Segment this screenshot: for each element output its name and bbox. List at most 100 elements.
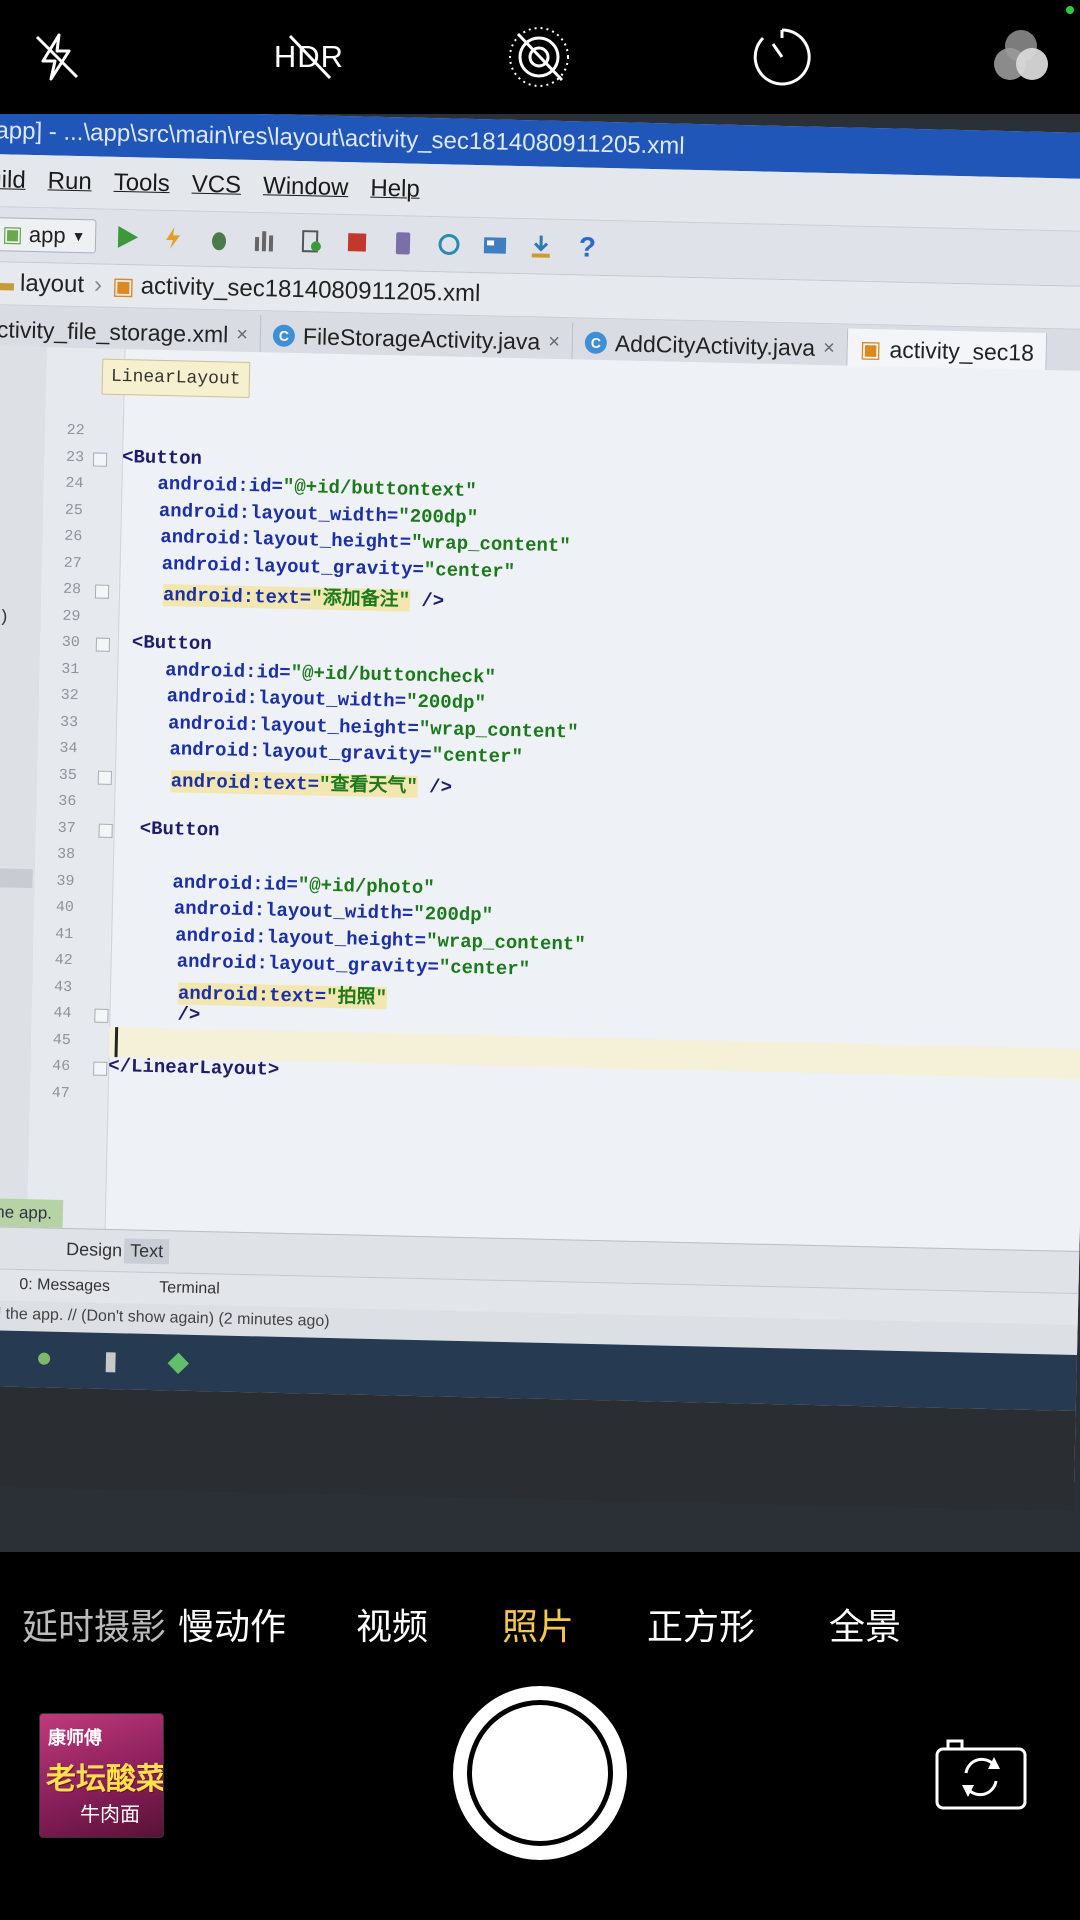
breadcrumb-file[interactable]: ▣ activity_sec1814080911205.xml <box>112 271 481 308</box>
code-line: android:id="@+id/buttoncheck" <box>165 659 496 688</box>
code-line: android:layout_gravity="center" <box>161 553 515 583</box>
menu-window[interactable]: Window <box>263 172 349 202</box>
code-line: <Button <box>139 817 219 841</box>
tab-label: activity_sec18 <box>889 335 1035 366</box>
fold-marker-icon[interactable] <box>92 451 108 467</box>
code-line: android:text="拍照" <box>177 977 388 1009</box>
line-number: 42 <box>54 951 73 970</box>
menu-help[interactable]: Help <box>370 175 420 204</box>
chevron-right-icon: › <box>93 271 103 299</box>
breadcrumb-file-label: activity_sec1814080911205.xml <box>140 272 481 308</box>
menu-build[interactable]: uild <box>0 166 26 195</box>
fold-marker-icon[interactable] <box>94 1008 109 1023</box>
mode-time-lapse[interactable]: 延时摄影 <box>22 1598 166 1650</box>
java-class-icon: C <box>272 324 296 347</box>
run-config-select[interactable]: ▣ app ▼ <box>0 217 97 254</box>
mode-square[interactable]: 正方形 <box>647 1598 755 1650</box>
last-photo-thumbnail[interactable]: 康师傅 老坛酸菜 牛肉面 <box>39 1713 164 1838</box>
timer-icon[interactable] <box>747 22 817 92</box>
android-studio-icon[interactable]: ◆ <box>167 1344 189 1377</box>
breadcrumb-folder[interactable]: ▬ layout <box>0 269 84 299</box>
tab-label: ctivity_file_storage.xml <box>0 315 229 347</box>
viewfinder[interactable]: app] - ...\app\src\main\res\layout\activ… <box>0 114 1080 1552</box>
code-token: </LinearLayout> <box>108 1054 280 1081</box>
code-line: /> <box>177 1003 200 1026</box>
code-line: android:layout_width="200dp" <box>174 897 494 926</box>
code-token: "wrap_content" <box>425 929 586 956</box>
line-number: 26 <box>64 527 83 546</box>
profile-icon[interactable] <box>250 225 281 256</box>
code-line: android:layout_width="200dp" <box>166 685 486 714</box>
tool-window-terminal[interactable]: Terminal <box>159 1279 220 1298</box>
android-icon: ▣ <box>1 221 24 247</box>
shutter-button[interactable] <box>453 1686 627 1860</box>
code-token: <Button <box>131 631 212 656</box>
code-line: android:layout_height="wrap_content" <box>160 526 571 557</box>
xml-tag-breadcrumb[interactable]: LinearLayout <box>101 358 250 398</box>
attach-debugger-icon[interactable] <box>296 226 327 257</box>
fold-marker-icon[interactable] <box>98 823 113 838</box>
debug-icon[interactable] <box>204 224 235 255</box>
code-token: /> <box>409 589 445 613</box>
line-number: 30 <box>61 633 81 652</box>
code-token: android:text= <box>162 584 312 610</box>
fold-marker-icon[interactable] <box>97 770 113 785</box>
code-token: "@+id/photo" <box>297 873 435 899</box>
flip-camera-icon[interactable] <box>934 1737 1028 1811</box>
code-line: </LinearLayout> <box>108 1055 279 1081</box>
line-number: 39 <box>56 872 75 890</box>
code-line: android:layout_height="wrap_content" <box>168 712 579 743</box>
fold-marker-icon[interactable] <box>95 637 111 652</box>
tab-design[interactable]: Design <box>60 1237 129 1264</box>
line-number: 27 <box>63 554 82 572</box>
live-photo-off-icon[interactable] <box>504 22 574 92</box>
code-token: <Button <box>139 817 220 841</box>
fold-marker-icon[interactable] <box>93 1061 108 1076</box>
run-icon[interactable] <box>112 222 143 253</box>
code-line: android:text="添加备注" /> <box>162 579 445 613</box>
code-token: "200dp" <box>413 902 494 927</box>
ide-screen: app] - ...\app\src\main\res\layout\activ… <box>0 114 1080 1511</box>
tab-label: FileStorageActivity.java <box>302 322 541 355</box>
code-token: <Button <box>121 445 203 470</box>
mode-video[interactable]: 视频 <box>356 1598 428 1650</box>
code-token: android:layout_height= <box>175 923 427 952</box>
tab-text[interactable]: Text <box>123 1238 170 1265</box>
code-token: android:text= <box>170 769 320 796</box>
project-structure-icon[interactable] <box>480 230 511 261</box>
line-number: 45 <box>52 1031 72 1049</box>
apply-changes-icon[interactable] <box>158 223 189 254</box>
sync-icon[interactable] <box>434 229 465 260</box>
run-config-label: app <box>28 221 66 248</box>
menu-tools[interactable]: Tools <box>113 169 170 198</box>
line-number: 44 <box>53 1004 72 1023</box>
mode-photo[interactable]: 照片 <box>502 1598 574 1650</box>
code-editor[interactable]: st) nl LinearLayout 22 23 <Button 24 android… <box>0 345 1080 1252</box>
menu-vcs[interactable]: VCS <box>191 171 241 200</box>
menu-run[interactable]: Run <box>47 167 92 196</box>
line-number: 46 <box>52 1057 71 1076</box>
device-manager-icon[interactable] <box>388 228 419 259</box>
mode-pano[interactable]: 全景 <box>829 1598 901 1650</box>
line-number: 23 <box>65 448 85 466</box>
browser-icon[interactable]: ● <box>35 1341 53 1373</box>
shutter-inner-ring <box>467 1700 613 1846</box>
filters-icon[interactable] <box>986 22 1056 92</box>
sdk-manager-icon[interactable] <box>526 231 557 262</box>
hdr-off-button[interactable]: HDR <box>264 22 354 92</box>
thumbnail-subtitle: 牛肉面 <box>80 1802 140 1826</box>
tool-window-messages[interactable]: 0: Messages <box>19 1276 110 1296</box>
close-icon[interactable]: × <box>823 336 835 359</box>
mode-slo-mo[interactable]: 慢动作 <box>178 1598 286 1650</box>
line-number: 25 <box>64 501 84 519</box>
line-number: 28 <box>62 580 82 599</box>
line-number: 38 <box>56 845 76 864</box>
flash-off-icon[interactable] <box>22 22 92 92</box>
close-icon[interactable]: × <box>236 323 248 346</box>
fold-marker-icon[interactable] <box>94 584 110 599</box>
help-icon[interactable]: ? <box>572 231 603 263</box>
code-line: android:id="@+id/buttontext" <box>157 473 477 502</box>
close-icon[interactable]: × <box>548 330 560 353</box>
file-manager-icon[interactable]: ▮ <box>103 1345 118 1376</box>
stop-icon[interactable] <box>342 227 373 258</box>
